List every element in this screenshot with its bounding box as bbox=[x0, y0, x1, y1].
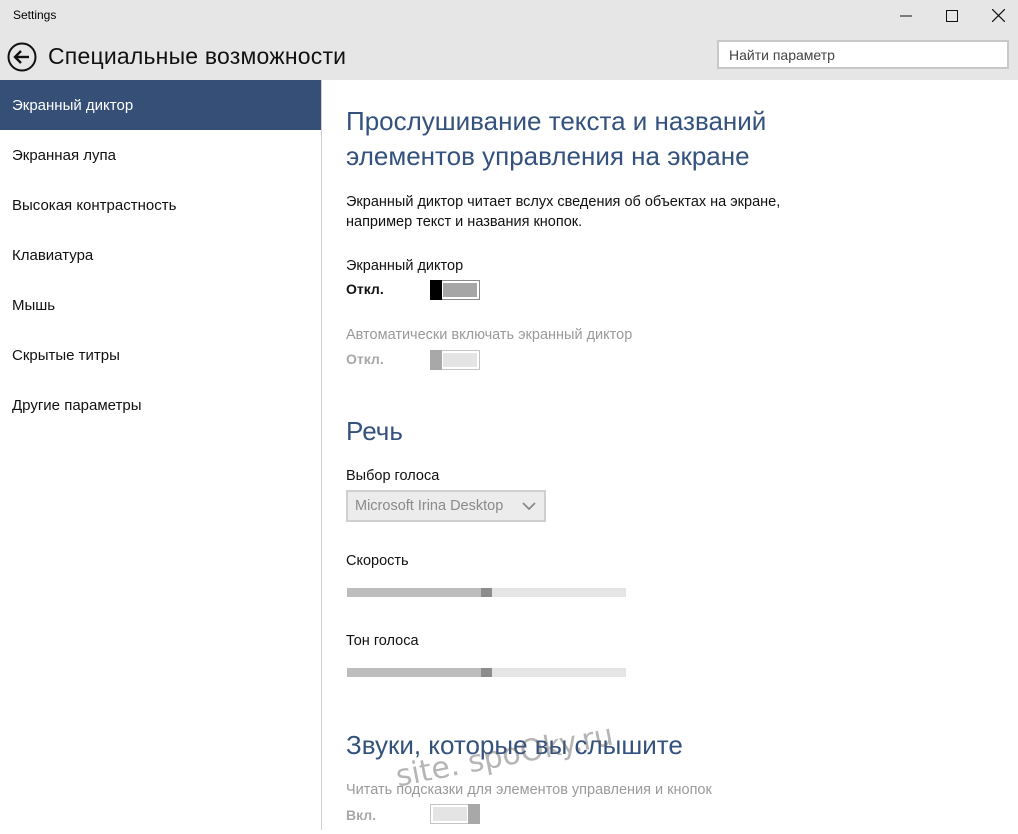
sidebar: Экранный диктор Экранная лупа Высокая ко… bbox=[0, 80, 322, 830]
hints-toggle[interactable] bbox=[430, 804, 480, 824]
sidebar-item-label: Клавиатура bbox=[12, 246, 94, 264]
window-title: Settings bbox=[13, 8, 57, 22]
speed-slider[interactable] bbox=[347, 588, 626, 597]
page-header: Специальные возможности Найти параметр bbox=[0, 31, 1018, 80]
maximize-icon bbox=[946, 9, 958, 22]
toggle-thumb bbox=[430, 350, 442, 370]
narrator-toggle-state: Откл. bbox=[346, 281, 384, 297]
hints-state: Вкл. bbox=[346, 807, 377, 823]
sidebar-item-high-contrast[interactable]: Высокая контрастность bbox=[0, 180, 321, 230]
search-placeholder: Найти параметр bbox=[729, 46, 835, 63]
toggle-track bbox=[443, 283, 477, 297]
sidebar-item-mouse[interactable]: Мышь bbox=[0, 280, 321, 330]
chevron-down-icon bbox=[522, 502, 536, 511]
sidebar-item-magnifier[interactable]: Экранная лупа bbox=[0, 130, 321, 180]
toggle-thumb bbox=[468, 804, 480, 824]
slider-fill bbox=[347, 668, 481, 677]
auto-narrator-label: Автоматически включать экранный диктор bbox=[346, 327, 633, 343]
minimize-button[interactable] bbox=[883, 0, 929, 31]
pitch-slider[interactable] bbox=[347, 668, 626, 677]
sidebar-item-other-options[interactable]: Другие параметры bbox=[0, 380, 321, 430]
narrator-toggle-label: Экранный диктор bbox=[346, 258, 464, 274]
sidebar-item-label: Скрытые титры bbox=[12, 346, 120, 364]
close-button[interactable] bbox=[975, 0, 1018, 31]
close-icon bbox=[991, 9, 1005, 22]
section-heading-narrator: Прослушивание текста и названий элементо… bbox=[346, 106, 767, 171]
main-content: Прослушивание текста и названий элементо… bbox=[322, 80, 1018, 830]
pitch-slider-label: Тон голоса bbox=[346, 633, 419, 649]
narrator-toggle[interactable] bbox=[430, 280, 480, 300]
auto-narrator-toggle[interactable] bbox=[430, 350, 480, 370]
sidebar-item-label: Экранная лупа bbox=[12, 146, 116, 164]
search-input[interactable]: Найти параметр bbox=[717, 40, 1009, 69]
maximize-button[interactable] bbox=[929, 0, 975, 31]
slider-fill bbox=[347, 588, 481, 597]
title-bar: Settings bbox=[0, 0, 1018, 31]
slider-thumb[interactable] bbox=[481, 588, 492, 597]
minimize-icon bbox=[900, 15, 912, 16]
toggle-thumb bbox=[430, 280, 442, 300]
voice-select-value: Microsoft Irina Desktop bbox=[355, 498, 504, 514]
voice-select[interactable]: Microsoft Irina Desktop bbox=[346, 490, 546, 522]
toggle-track bbox=[443, 353, 477, 367]
sidebar-item-label: Экранный диктор bbox=[12, 96, 134, 114]
sidebar-item-label: Мышь bbox=[12, 296, 56, 314]
back-button[interactable] bbox=[7, 42, 37, 72]
page-title: Специальные возможности bbox=[48, 43, 347, 69]
sidebar-item-keyboard[interactable]: Клавиатура bbox=[0, 230, 321, 280]
sidebar-item-label: Другие параметры bbox=[12, 396, 142, 414]
sidebar-item-label: Высокая контрастность bbox=[12, 196, 177, 214]
section-heading-speech: Речь bbox=[346, 416, 403, 446]
auto-narrator-state: Откл. bbox=[346, 351, 384, 367]
toggle-track bbox=[433, 807, 467, 821]
sidebar-item-closed-captions[interactable]: Скрытые титры bbox=[0, 330, 321, 380]
sidebar-item-narrator[interactable]: Экранный диктор bbox=[0, 80, 321, 130]
speed-slider-label: Скорость bbox=[346, 553, 409, 569]
voice-select-label: Выбор голоса bbox=[346, 468, 440, 484]
narrator-description: Экранный диктор читает вслух сведения об… bbox=[346, 194, 781, 230]
back-arrow-icon bbox=[7, 42, 37, 72]
slider-thumb[interactable] bbox=[481, 668, 492, 677]
